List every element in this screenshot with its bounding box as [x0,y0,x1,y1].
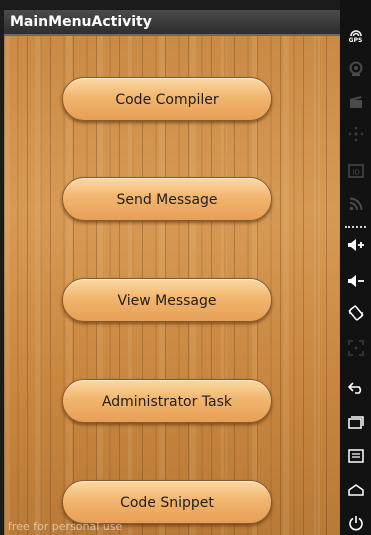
activity-title: MainMenuActivity [10,14,152,30]
rotate-icon[interactable] [340,302,371,324]
film-icon[interactable] [340,91,371,113]
title-bar: MainMenuActivity [4,10,340,36]
gps-label: GPS [348,36,363,44]
id-icon[interactable]: ID [340,160,371,182]
fullscreen-icon[interactable] [340,337,371,359]
code-compiler-button[interactable]: Code Compiler [62,77,272,121]
menu-icon[interactable] [340,445,371,467]
gps-icon[interactable]: GPS [340,25,371,47]
volume-down-icon[interactable] [340,270,371,292]
view-message-button[interactable]: View Message [62,278,272,322]
dpad-icon[interactable] [340,123,371,145]
code-snippet-button[interactable]: Code Snippet [62,480,272,524]
recent-apps-icon[interactable] [340,411,371,433]
back-icon[interactable] [340,377,371,399]
watermark-text: free for personal use [8,520,123,533]
svg-text:ID: ID [352,169,359,177]
home-icon[interactable] [340,479,371,501]
administrator-task-button[interactable]: Administrator Task [62,379,272,423]
emulator-sidebar: GPS ID [340,0,371,535]
sidebar-divider [345,226,366,228]
volume-up-icon[interactable] [340,234,371,256]
send-message-button[interactable]: Send Message [62,177,272,221]
power-icon[interactable] [340,512,371,534]
rss-icon[interactable] [340,193,371,215]
app-screen: MainMenuActivity Code Compiler Send Mess… [0,0,340,535]
camera-icon[interactable] [340,58,371,80]
